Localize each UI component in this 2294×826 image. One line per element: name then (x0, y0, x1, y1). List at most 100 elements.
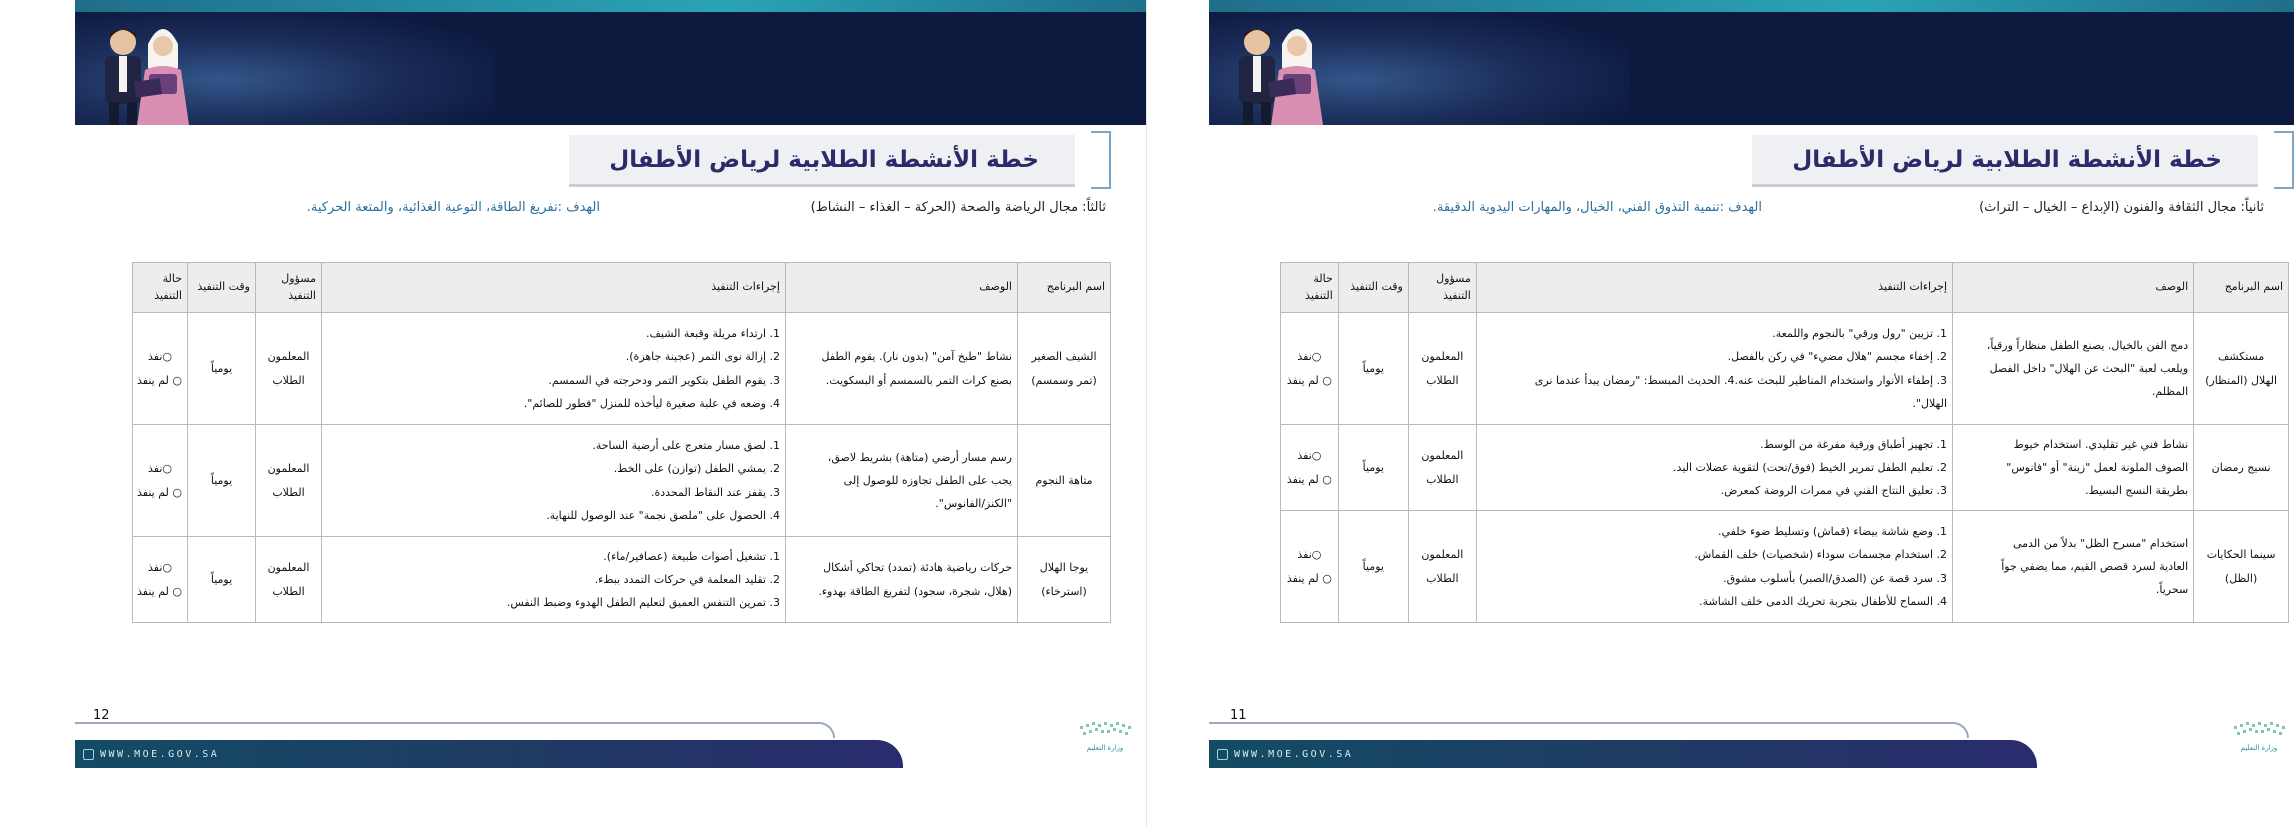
status-cell: ○نفذ ○ لم ينفذ (132, 536, 188, 623)
banner-accent-stripe (1209, 0, 2294, 12)
children-illustration (1239, 29, 1323, 125)
status-not-done-option[interactable]: ○ لم ينفذ (137, 481, 182, 504)
page-title-block: خطة الأنشطة الطلابية لرياض الأطفال (569, 131, 1111, 189)
document-page-11: خطة الأنشطة الطلابية لرياض الأطفال ثانيا… (1147, 0, 2294, 826)
status-not-done-option[interactable]: ○ لم ينفذ (1286, 369, 1333, 392)
time-cell: يومياً (1337, 312, 1409, 425)
responsible-cell: المعلمون الطلاب (255, 536, 322, 623)
website-link[interactable]: WWW.MOE.GOV.SA (1234, 749, 1353, 760)
description-cell: نشاط "طبخ آمن" (بدون نار). يقوم الطفل بصن… (785, 312, 1018, 425)
table-header-row: اسم البرنامج الوصف إجراءات التنفيذ مسؤول… (132, 262, 1111, 313)
responsible-cell: المعلمون الطلاب (1407, 424, 1477, 511)
footer-bar: WWW.MOE.GOV.SA (75, 740, 903, 768)
steps-cell: 1. تجهيز أطباق ورقية مفرغة من الوسط. 2. ت… (1475, 424, 1954, 511)
time-cell: يومياً (187, 312, 256, 425)
program-name-cell: سينما الحكايات (الظل) (2193, 510, 2289, 623)
goal-text: الهدف :تفريغ الطاقة، التوعية الغذائية، و… (306, 200, 600, 215)
activities-table: اسم البرنامج الوصف إجراءات التنفيذ مسؤول… (1280, 262, 2289, 623)
steps-cell: 1. وضع شاشة بيضاء (قماش) وتسليط ضوء خلفي… (1475, 510, 1954, 623)
status-done-option[interactable]: ○نفذ (1286, 444, 1333, 467)
program-name-cell: متاهة النجوم (1017, 424, 1111, 537)
table-row: سينما الحكايات (الظل) استخدام "مسرح الظل"… (1280, 510, 2289, 623)
responsible-cell: المعلمون الطلاب (1407, 312, 1477, 425)
page-title-block: خطة الأنشطة الطلابية لرياض الأطفال (1752, 131, 2294, 189)
header-status: حالة التنفيذ (1280, 262, 1339, 313)
page-title: خطة الأنشطة الطلابية لرياض الأطفال (609, 146, 1039, 173)
header-banner (75, 0, 1146, 125)
program-name-cell: يوجا الهلال (استرخاء) (1017, 536, 1111, 623)
website-link[interactable]: WWW.MOE.GOV.SA (100, 749, 219, 760)
status-not-done-option[interactable]: ○ لم ينفذ (137, 369, 182, 392)
header-description: الوصف (1952, 262, 2195, 313)
table-row: نسيج رمضان نشاط فني غير تقليدي. استخدام … (1280, 424, 2289, 511)
ministry-logo-text: وزارة التعليم (2240, 744, 2278, 752)
page-number: 11 (1230, 708, 1247, 723)
description-cell: دمج الفن بالخيال. يصنع الطفل منظاراً ورق… (1952, 312, 2195, 425)
status-done-option[interactable]: ○نفذ (138, 457, 182, 480)
program-name-cell: الشيف الصغير (تمر وسمسم) (1017, 312, 1111, 425)
header-description: الوصف (785, 262, 1018, 313)
document-page-12: خطة الأنشطة الطلابية لرياض الأطفال ثالثا… (0, 0, 1147, 826)
table-row: الشيف الصغير (تمر وسمسم) نشاط "طبخ آمن" (… (132, 312, 1111, 425)
description-cell: حركات رياضية هادئة (تمدد) تحاكي أشكال (هل… (785, 536, 1018, 623)
header-steps: إجراءات التنفيذ (321, 262, 786, 313)
table-header-row: اسم البرنامج الوصف إجراءات التنفيذ مسؤول… (1280, 262, 2289, 313)
table-row: يوجا الهلال (استرخاء) حركات رياضية هادئة … (132, 536, 1111, 623)
program-name-cell: مستكشف الهلال (المنظار) (2193, 312, 2289, 425)
program-name-cell: نسيج رمضان (2193, 424, 2289, 511)
steps-cell: 1. لصق مسار متعرج على أرضية الساحة. 2. يم… (321, 424, 786, 537)
children-illustration (105, 29, 189, 125)
page-title: خطة الأنشطة الطلابية لرياض الأطفال (1792, 146, 2222, 173)
ministry-logo-text: وزارة التعليم (1086, 744, 1124, 752)
header-banner (1209, 0, 2294, 125)
steps-cell: 1. ارتداء مريلة وقبعة الشيف. 2. إزالة نوى… (321, 312, 786, 425)
status-done-option[interactable]: ○نفذ (1286, 543, 1333, 566)
status-not-done-option[interactable]: ○ لم ينفذ (137, 580, 182, 603)
status-done-option[interactable]: ○نفذ (1286, 345, 1333, 368)
footer-bar: WWW.MOE.GOV.SA (1209, 740, 2037, 768)
status-cell: ○نفذ ○ لم ينفذ (1280, 424, 1339, 511)
time-cell: يومياً (1337, 424, 1409, 511)
ministry-logo (1080, 722, 1131, 735)
status-cell: ○نفذ ○ لم ينفذ (132, 424, 188, 537)
status-cell: ○نفذ ○ لم ينفذ (132, 312, 188, 425)
time-cell: يومياً (187, 424, 256, 537)
footer-line-decoration (75, 722, 835, 738)
time-cell: يومياً (1337, 510, 1409, 623)
steps-cell: 1. تشغيل أصوات طبيعة (عصافير/ماء). 2. تقل… (321, 536, 786, 623)
header-steps: إجراءات التنفيذ (1475, 262, 1954, 313)
header-program-name: اسم البرنامج (1017, 262, 1111, 313)
header-status: حالة التنفيذ (132, 262, 188, 313)
title-tab-decoration (2274, 131, 2294, 189)
banner-accent-stripe (75, 0, 1146, 12)
globe-icon (1217, 748, 1228, 760)
domain-heading: ثانياً: مجال الثقافة والفنون (الإبداع – … (1979, 200, 2264, 215)
page-number: 12 (93, 708, 110, 723)
status-not-done-option[interactable]: ○ لم ينفذ (1286, 468, 1333, 491)
header-program-name: اسم البرنامج (2193, 262, 2289, 313)
description-cell: استخدام "مسرح الظل" بدلاً من الدمى العادي… (1952, 510, 2195, 623)
goal-text: الهدف :تنمية التذوق الفني، الخيال، والمه… (1432, 200, 1762, 215)
responsible-cell: المعلمون الطلاب (1407, 510, 1477, 623)
header-responsible: مسؤول التنفيذ (255, 262, 322, 313)
status-cell: ○نفذ ○ لم ينفذ (1280, 510, 1339, 623)
table-row: متاهة النجوم رسم مسار أرضي (متاهة) بشريط… (132, 424, 1111, 537)
activities-table: اسم البرنامج الوصف إجراءات التنفيذ مسؤول… (132, 262, 1111, 623)
responsible-cell: المعلمون الطلاب (255, 312, 322, 425)
time-cell: يومياً (187, 536, 256, 623)
footer-line-decoration (1209, 722, 1969, 738)
header-time: وقت التنفيذ (187, 262, 256, 313)
responsible-cell: المعلمون الطلاب (255, 424, 322, 537)
steps-cell: 1. تزيين "رول ورقي" بالنجوم واللمعة. 2. إ… (1475, 312, 1954, 425)
globe-icon (83, 748, 94, 760)
header-responsible: مسؤول التنفيذ (1407, 262, 1477, 313)
status-done-option[interactable]: ○نفذ (138, 556, 182, 579)
status-not-done-option[interactable]: ○ لم ينفذ (1286, 567, 1333, 590)
status-cell: ○نفذ ○ لم ينفذ (1280, 312, 1339, 425)
description-cell: نشاط فني غير تقليدي. استخدام خيوط الصوف ا… (1952, 424, 2195, 511)
domain-heading: ثالثاً: مجال الرياضة والصحة (الحركة – ال… (810, 200, 1106, 215)
table-row: مستكشف الهلال (المنظار) دمج الفن بالخيال.… (1280, 312, 2289, 425)
status-done-option[interactable]: ○نفذ (138, 345, 182, 368)
ministry-logo (2234, 722, 2285, 735)
title-tab-decoration (1091, 131, 1111, 189)
